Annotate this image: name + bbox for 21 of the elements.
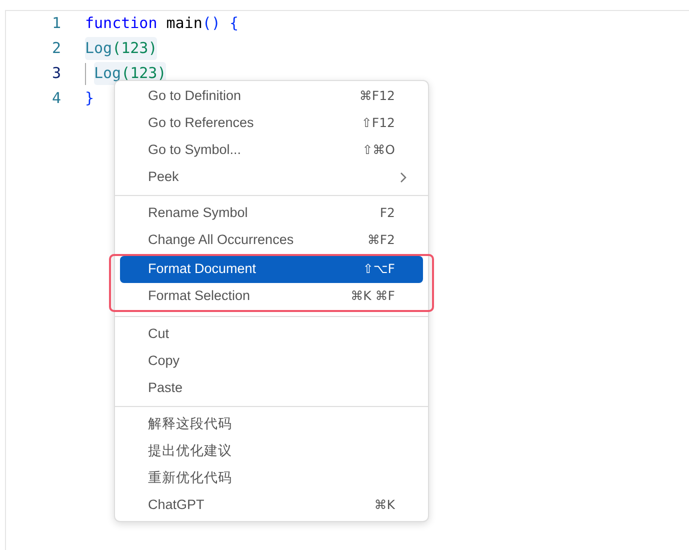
menu-item[interactable]: Copy — [120, 348, 423, 375]
line-number: 1 — [50, 13, 61, 34]
line-number: 3 — [50, 63, 61, 84]
menu-item[interactable]: Change All Occurrences ⌘F2 — [120, 227, 423, 254]
menu-item[interactable]: Go to References ⇧F12 — [120, 110, 423, 137]
menu-item[interactable]: 提出优化建议 — [120, 438, 423, 465]
menu-item[interactable]: ChatGPT ⌘K — [120, 492, 423, 519]
menu-item[interactable]: 重新优化代码 — [120, 465, 423, 492]
menu-item[interactable]: Format Selection ⌘K ⌘F — [120, 283, 423, 310]
line-number: 2 — [50, 38, 61, 60]
menu-item[interactable]: Format Document ⇧⌥F — [120, 256, 423, 283]
menu-item[interactable]: Go to Definition ⌘F12 — [120, 83, 423, 110]
menu-item[interactable]: Cut — [120, 321, 423, 348]
menu-item[interactable]: Go to Symbol... ⇧⌘O — [120, 137, 423, 164]
menu-item[interactable]: Paste — [120, 375, 423, 402]
menu-item[interactable]: 解释这段代码 — [120, 411, 423, 438]
code-line: } — [85, 88, 94, 110]
code-line: function main() { — [85, 13, 239, 34]
line-number: 4 — [50, 88, 61, 110]
menu-item[interactable]: Peek — [120, 164, 423, 191]
menu-item[interactable]: Rename Symbol F2 — [120, 200, 423, 227]
